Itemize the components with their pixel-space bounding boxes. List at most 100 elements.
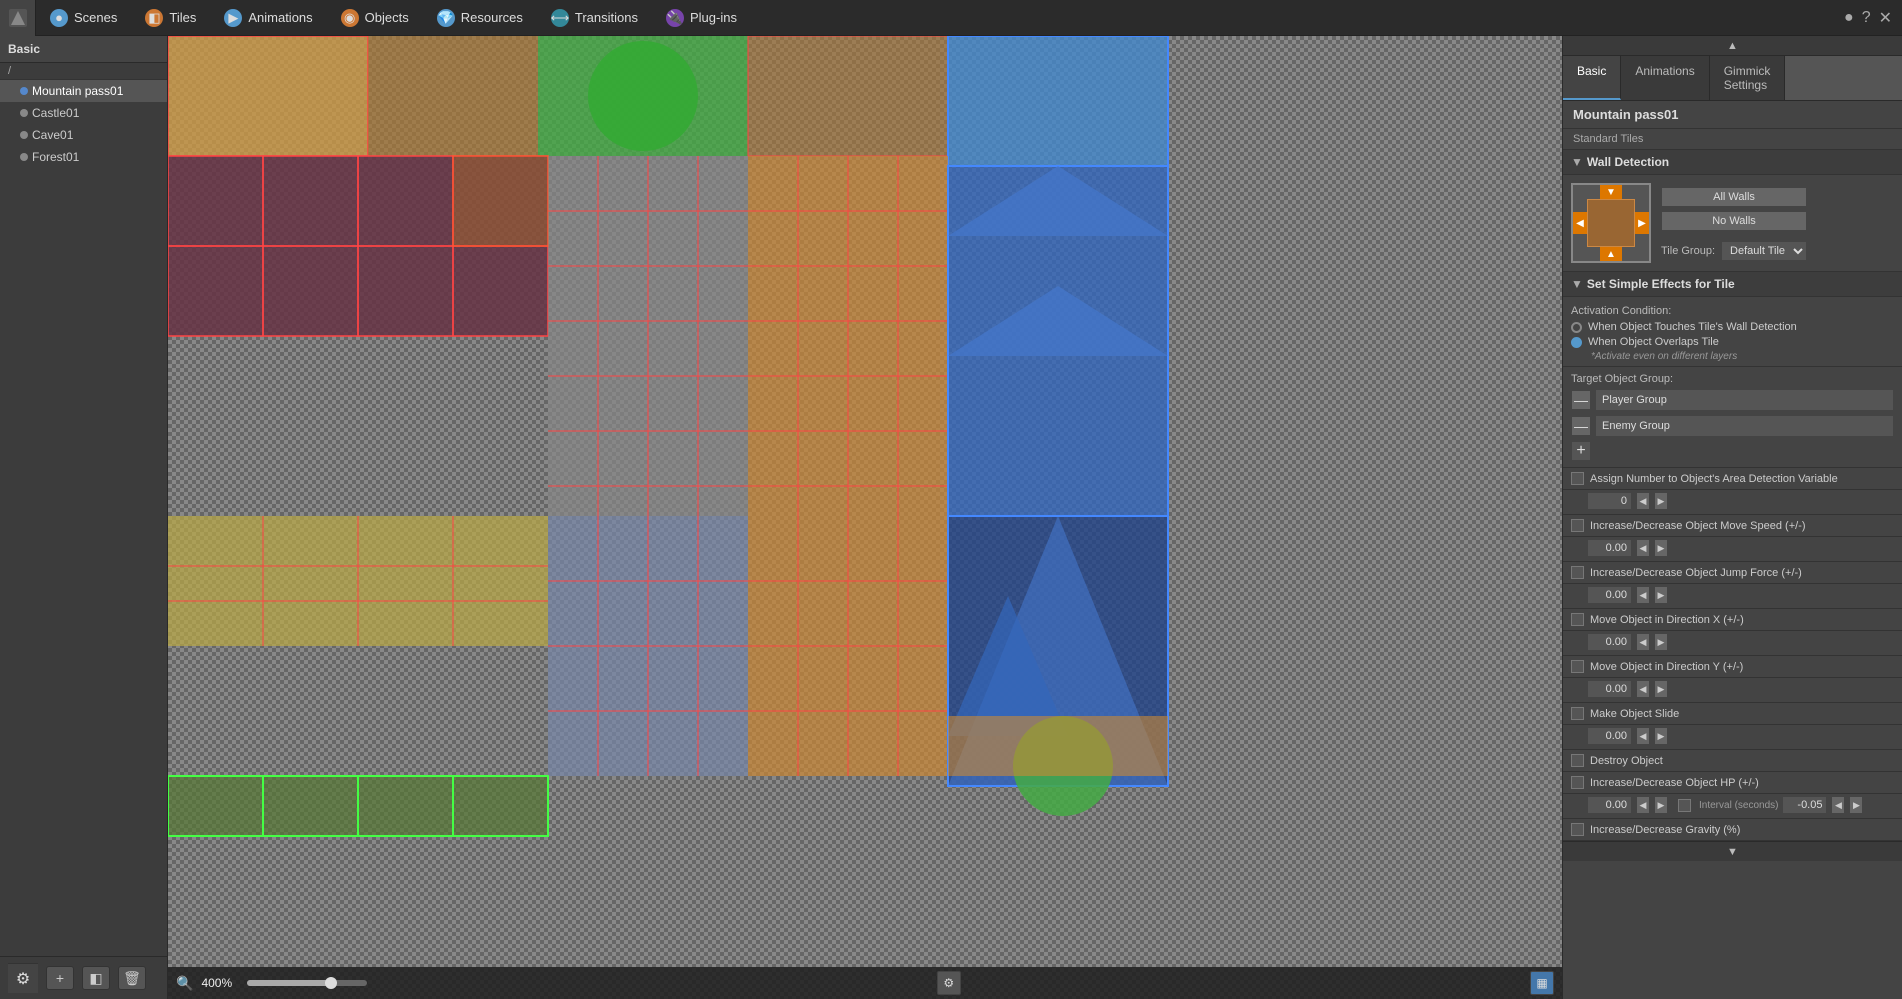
- player-group-row: — Player Group: [1571, 389, 1894, 411]
- effect-value-row-dir-y: ◀ ▶: [1563, 678, 1902, 703]
- tile-group-select[interactable]: Default Tile: [1721, 241, 1807, 261]
- effect-value-interval[interactable]: [1782, 796, 1827, 814]
- effect-checkbox-assign-number[interactable]: [1571, 472, 1584, 485]
- effect-checkbox-slide[interactable]: [1571, 707, 1584, 720]
- effect-row-destroy: Destroy Object: [1563, 750, 1902, 772]
- zoom-slider-thumb[interactable]: [325, 977, 337, 989]
- delete-tile-button[interactable]: 🗑: [118, 966, 146, 990]
- effect-decrement-slide[interactable]: ◀: [1636, 727, 1650, 745]
- sidebar-item-castle01[interactable]: Castle01: [0, 102, 167, 124]
- tile-view-button[interactable]: ◧: [82, 966, 110, 990]
- gear-button[interactable]: ⚙: [8, 963, 38, 993]
- close-icon[interactable]: ✕: [1879, 8, 1892, 28]
- effect-value-move-speed[interactable]: [1587, 539, 1632, 557]
- effect-decrement-move-speed[interactable]: ◀: [1636, 539, 1650, 557]
- effect-value-row-dir-x: ◀ ▶: [1563, 631, 1902, 656]
- radio-2[interactable]: [1571, 337, 1582, 348]
- effect-decrement-dir-y[interactable]: ◀: [1636, 680, 1650, 698]
- sidebar-item-cave01[interactable]: Cave01: [0, 124, 167, 146]
- effect-checkbox-move-speed[interactable]: [1571, 519, 1584, 532]
- zoom-slider[interactable]: [247, 980, 367, 986]
- effect-decrement-dir-x[interactable]: ◀: [1636, 633, 1650, 651]
- simple-effects-section-header[interactable]: ▼ Set Simple Effects for Tile: [1563, 272, 1902, 297]
- effect-checkbox-hp-interval[interactable]: [1678, 799, 1691, 812]
- effect-checkbox-destroy[interactable]: [1571, 754, 1584, 767]
- effect-label-dir-x: Move Object in Direction X (+/-): [1590, 614, 1894, 626]
- effect-value-dir-y[interactable]: [1587, 680, 1632, 698]
- add-tile-button[interactable]: +: [46, 966, 74, 990]
- tab-gimmick-settings[interactable]: Gimmick Settings: [1710, 56, 1786, 100]
- dot-icon[interactable]: ●: [1844, 9, 1854, 27]
- wall-arrow-top[interactable]: ▼: [1600, 185, 1622, 199]
- canvas-grid-icon[interactable]: ▦: [1530, 971, 1554, 995]
- canvas-settings-icon[interactable]: ⚙: [937, 971, 961, 995]
- sidebar-item-forest01[interactable]: Forest01: [0, 146, 167, 168]
- effect-label-dir-y: Move Object in Direction Y (+/-): [1590, 661, 1894, 673]
- no-walls-button[interactable]: No Walls: [1661, 211, 1807, 231]
- radio-row-2[interactable]: When Object Overlaps Tile: [1571, 336, 1894, 348]
- menu-tiles[interactable]: ◧ Tiles: [131, 0, 210, 36]
- tab-basic[interactable]: Basic: [1563, 56, 1621, 100]
- wall-detection-section-header[interactable]: ▼ Wall Detection: [1563, 150, 1902, 175]
- wall-arrow-right[interactable]: ▶: [1635, 212, 1649, 234]
- castle-dot: [20, 109, 28, 117]
- effect-increment-dir-y[interactable]: ▶: [1654, 680, 1668, 698]
- effect-label-hp: Increase/Decrease Object HP (+/-): [1590, 777, 1894, 789]
- effect-row-gravity: Increase/Decrease Gravity (%): [1563, 819, 1902, 841]
- resources-icon: 💎: [437, 9, 455, 27]
- effect-checkbox-dir-y[interactable]: [1571, 660, 1584, 673]
- sidebar-item-mountain-pass01[interactable]: Mountain pass01: [0, 80, 167, 102]
- effect-increment-jump-force[interactable]: ▶: [1654, 586, 1668, 604]
- plugins-icon: 🔌: [666, 9, 684, 27]
- effect-increment-assign-number[interactable]: ▶: [1654, 492, 1668, 510]
- effect-row-assign-number: Assign Number to Object's Area Detection…: [1563, 468, 1902, 490]
- menu-animations[interactable]: ▶ Animations: [210, 0, 326, 36]
- effect-increment-hp[interactable]: ▶: [1654, 796, 1668, 814]
- radio-1[interactable]: [1571, 322, 1582, 333]
- effect-value-hp[interactable]: [1587, 796, 1632, 814]
- canvas-area[interactable]: 🔍 400% ⚙ ▦: [168, 36, 1562, 999]
- effect-decrement-interval[interactable]: ◀: [1831, 796, 1845, 814]
- activation-condition-label: Activation Condition:: [1571, 305, 1894, 317]
- menu-resources[interactable]: 💎 Resources: [423, 0, 537, 36]
- wall-arrow-bottom[interactable]: ▲: [1600, 247, 1622, 261]
- zoom-value: 400%: [201, 976, 239, 990]
- effect-value-assign-number[interactable]: [1587, 492, 1632, 510]
- menu-plugins[interactable]: 🔌 Plug-ins: [652, 0, 751, 36]
- effect-value-dir-x[interactable]: [1587, 633, 1632, 651]
- effect-checkbox-gravity[interactable]: [1571, 823, 1584, 836]
- effect-increment-move-speed[interactable]: ▶: [1654, 539, 1668, 557]
- effect-decrement-hp[interactable]: ◀: [1636, 796, 1650, 814]
- help-icon[interactable]: ?: [1862, 9, 1871, 27]
- tiles-icon: ◧: [145, 9, 163, 27]
- wall-arrow-left[interactable]: ◀: [1573, 212, 1587, 234]
- effect-decrement-jump-force[interactable]: ◀: [1636, 586, 1650, 604]
- menu-objects[interactable]: ◉ Objects: [327, 0, 423, 36]
- effect-value-jump-force[interactable]: [1587, 586, 1632, 604]
- enemy-group-remove-button[interactable]: —: [1571, 416, 1591, 436]
- effect-checkbox-jump-force[interactable]: [1571, 566, 1584, 579]
- effect-value-row-assign-number: ◀ ▶: [1563, 490, 1902, 515]
- effect-checkbox-dir-x[interactable]: [1571, 613, 1584, 626]
- effect-increment-dir-x[interactable]: ▶: [1654, 633, 1668, 651]
- app-logo: [0, 0, 36, 36]
- effect-checkbox-hp[interactable]: [1571, 776, 1584, 789]
- add-group-button[interactable]: +: [1571, 441, 1591, 461]
- wall-detection-arrow: ▼: [1571, 155, 1583, 169]
- effect-value-slide[interactable]: [1587, 727, 1632, 745]
- player-group-remove-button[interactable]: —: [1571, 390, 1591, 410]
- right-panel-search[interactable]: [1785, 56, 1902, 100]
- effect-increment-slide[interactable]: ▶: [1654, 727, 1668, 745]
- sidebar-breadcrumb: /: [0, 63, 167, 80]
- effect-decrement-assign-number[interactable]: ◀: [1636, 492, 1650, 510]
- menu-transitions[interactable]: ⟷ Transitions: [537, 0, 652, 36]
- radio-row-1[interactable]: When Object Touches Tile's Wall Detectio…: [1571, 321, 1894, 333]
- panel-scroll-down[interactable]: ▼: [1563, 841, 1902, 861]
- menu-scenes[interactable]: ● Scenes: [36, 0, 131, 36]
- all-walls-button[interactable]: All Walls: [1661, 187, 1807, 207]
- tile-grid-svg: [168, 36, 1562, 999]
- forest-dot: [20, 153, 28, 161]
- tab-animations[interactable]: Animations: [1621, 56, 1709, 100]
- effect-increment-interval[interactable]: ▶: [1849, 796, 1863, 814]
- panel-scroll-up[interactable]: ▲: [1563, 36, 1902, 56]
